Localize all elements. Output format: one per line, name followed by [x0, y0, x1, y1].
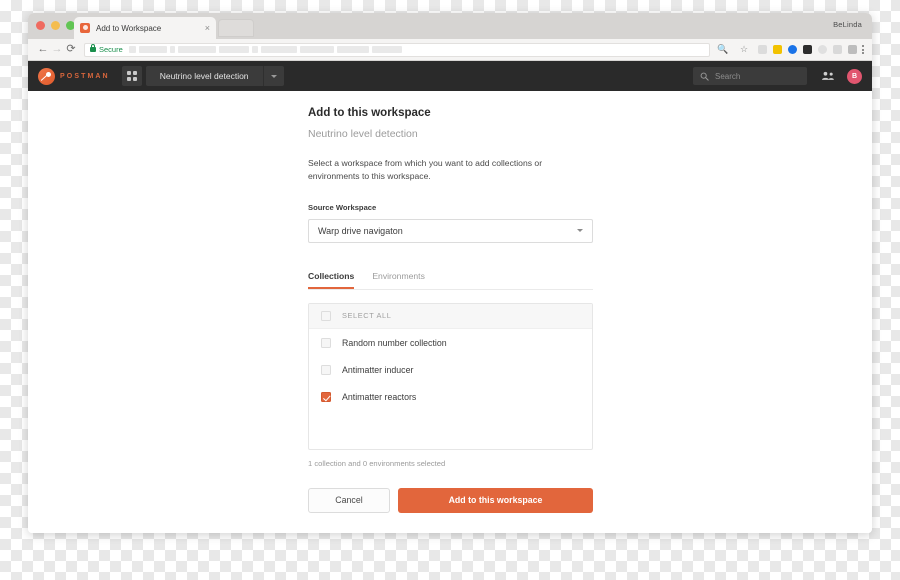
tab-collections[interactable]: Collections — [308, 271, 355, 289]
browser-tab-strip: Add to Workspace × BeLinda — [28, 13, 872, 39]
avatar[interactable]: B — [847, 68, 862, 84]
selection-status: 1 collection and 0 environments selected — [308, 458, 446, 468]
dialog-actions: Cancel Add to this workspace — [308, 487, 593, 513]
collection-checkbox[interactable] — [321, 338, 331, 349]
collection-checkbox[interactable] — [321, 392, 331, 403]
source-workspace-label: Source Workspace — [308, 202, 377, 212]
workspace-dropdown-button[interactable] — [262, 66, 284, 86]
source-workspace-value: Warp drive navigaton — [318, 225, 403, 236]
select-all-checkbox[interactable] — [321, 310, 331, 321]
extension-dark-icon[interactable] — [803, 45, 812, 54]
page-title: Add to this workspace — [308, 107, 431, 119]
cancel-button[interactable]: Cancel — [308, 487, 390, 513]
dialog-subtitle: Neutrino level detection — [308, 128, 418, 140]
browser-tab-title: Add to Workspace — [96, 23, 162, 33]
extension-refresh-icon[interactable] — [818, 45, 827, 54]
kebab-menu-icon[interactable] — [862, 45, 864, 54]
list-item[interactable]: Random number collection — [309, 331, 592, 356]
postman-wordmark: POSTMAN — [60, 72, 110, 80]
extension-screen-icon[interactable] — [848, 45, 857, 54]
collection-label: Random number collection — [342, 338, 447, 349]
workspace-selector[interactable]: Neutrino level detection — [145, 66, 284, 86]
collections-list: SELECT ALL Random number collection Anti… — [308, 302, 593, 450]
tab-environments[interactable]: Environments — [372, 271, 425, 289]
extension-chart-icon[interactable] — [833, 45, 842, 54]
search-icon — [700, 72, 709, 81]
postman-brand[interactable]: POSTMAN — [38, 67, 110, 85]
browser-profile-label[interactable]: BeLinda — [833, 20, 862, 29]
search-icon[interactable]: 🔍 — [716, 45, 730, 54]
list-item[interactable]: Antimatter inducer — [309, 358, 592, 383]
browser-url-bar: ← → ⟳ Secure 🔍 ☆ — [28, 39, 872, 61]
add-to-workspace-dialog: Add to this workspace Neutrino level det… — [308, 107, 593, 513]
dialog-description: Select a workspace from which you want t… — [308, 158, 543, 182]
team-people-icon[interactable] — [821, 70, 835, 82]
reload-icon[interactable]: ⟳ — [64, 44, 78, 55]
browser-tab-active[interactable]: Add to Workspace × — [74, 17, 216, 39]
postman-favicon-icon — [80, 23, 90, 33]
extension-yellow-icon[interactable] — [773, 45, 782, 54]
grid-apps-icon[interactable] — [121, 66, 142, 86]
avatar-initial: B — [851, 72, 858, 80]
collection-checkbox[interactable] — [321, 365, 331, 376]
list-item[interactable]: Antimatter reactors — [309, 385, 592, 410]
browser-window: Add to Workspace × BeLinda ← → ⟳ Secure … — [28, 13, 872, 533]
address-input[interactable]: Secure — [84, 42, 710, 57]
bookmark-star-icon[interactable]: ☆ — [737, 45, 751, 54]
minimize-window-button[interactable] — [51, 21, 60, 30]
add-to-workspace-button[interactable]: Add to this workspace — [398, 487, 593, 513]
browser-extension-icons — [758, 45, 857, 54]
dialog-tabs: Collections Environments — [308, 271, 593, 290]
search-placeholder: Search — [715, 71, 741, 81]
close-window-button[interactable] — [36, 21, 45, 30]
forward-icon[interactable]: → — [50, 44, 64, 55]
chevron-down-icon — [270, 74, 277, 78]
workspace-name: Neutrino level detection — [159, 71, 249, 81]
source-workspace-select[interactable]: Warp drive navigaton — [308, 218, 593, 243]
back-icon[interactable]: ← — [36, 44, 50, 55]
collection-label: Antimatter reactors — [342, 392, 417, 403]
select-all-label: SELECT ALL — [342, 311, 392, 321]
window-traffic-lights — [36, 21, 75, 30]
postman-logo-icon — [38, 67, 55, 85]
extension-blue-icon[interactable] — [788, 45, 797, 54]
close-icon[interactable]: × — [205, 23, 210, 33]
omnibox-icons: 🔍 ☆ — [716, 45, 751, 54]
select-all-row[interactable]: SELECT ALL — [309, 303, 592, 329]
search-input[interactable]: Search — [693, 67, 807, 85]
url-redacted-value — [128, 46, 704, 53]
browser-tab-inactive[interactable] — [218, 19, 254, 37]
postman-header: POSTMAN Neutrino level detection Search — [28, 61, 872, 91]
collection-label: Antimatter inducer — [342, 365, 414, 376]
postman-main-content: Add to this workspace Neutrino level det… — [28, 91, 872, 533]
lock-icon — [90, 44, 96, 52]
chevron-down-icon — [577, 229, 583, 233]
extension-page-icon[interactable] — [758, 45, 767, 54]
secure-label: Secure — [99, 45, 123, 54]
